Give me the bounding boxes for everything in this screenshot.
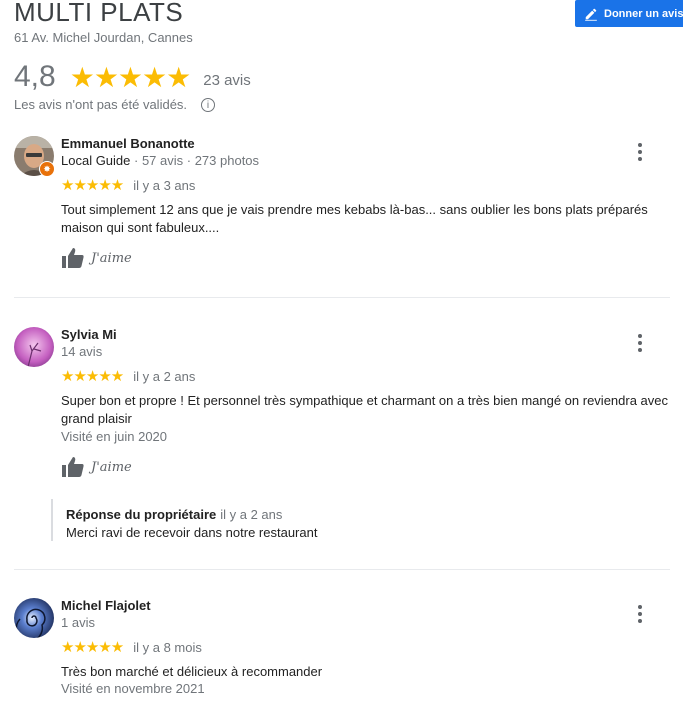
- owner-reply: Réponse du propriétaire il y a 2 ans Merc…: [51, 499, 653, 541]
- more-options-button[interactable]: [632, 140, 648, 164]
- review-divider: [14, 297, 670, 298]
- review-card: Sylvia Mi 14 avis ★★★★★ il y a 2 ans Sup…: [14, 327, 670, 487]
- review-rating: ★★★★★ il y a 8 mois: [61, 638, 202, 656]
- like-button[interactable]: J'aime: [61, 456, 132, 478]
- review-stars: ★★★★★: [61, 177, 124, 194]
- write-review-label: Donner un avis: [604, 7, 683, 20]
- review-divider: [14, 569, 670, 570]
- owner-reply-header: Réponse du propriétaire il y a 2 ans: [66, 507, 282, 522]
- unverified-note: Les avis n'ont pas été validés. i: [14, 97, 216, 112]
- write-review-button[interactable]: Donner un avis: [575, 0, 683, 27]
- review-count[interactable]: 23 avis: [203, 72, 251, 89]
- review-author[interactable]: Michel Flajolet: [61, 598, 151, 613]
- place-title: MULTI PLATS: [14, 0, 184, 27]
- unverified-text: Les avis n'ont pas été validés.: [14, 97, 188, 112]
- review-rating: ★★★★★ il y a 3 ans: [61, 176, 195, 194]
- local-guide-badge-icon: ✸: [39, 161, 55, 177]
- review-time: il y a 3 ans: [133, 177, 196, 193]
- pencil-icon: [585, 8, 597, 21]
- review-card: Michel Flajolet 1 avis ★★★★★ il y a 8 mo…: [14, 598, 670, 708]
- review-author[interactable]: Sylvia Mi: [61, 327, 117, 342]
- review-author[interactable]: Emmanuel Bonanotte: [61, 136, 195, 151]
- review-author-stats: · 57 avis · 273 photos: [134, 153, 260, 168]
- review-time: il y a 8 mois: [133, 639, 202, 655]
- visited-date: Visité en novembre 2021: [61, 681, 205, 696]
- more-options-button[interactable]: [632, 602, 648, 626]
- more-options-button[interactable]: [632, 331, 648, 355]
- avatar[interactable]: [14, 327, 54, 367]
- place-address: 61 Av. Michel Jourdan, Cannes: [14, 30, 193, 45]
- like-button[interactable]: J'aime: [61, 247, 132, 269]
- like-label: J'aime: [91, 250, 132, 266]
- rating-value: 4,8: [14, 60, 56, 93]
- thumbs-up-icon: [62, 248, 84, 268]
- review-text: Tout simplement 12 ans que je vais prend…: [61, 202, 648, 235]
- review-author-meta: Local Guide · 57 avis · 273 photos: [61, 153, 259, 168]
- like-label: J'aime: [91, 459, 132, 475]
- owner-reply-text: Merci ravi de recevoir dans notre restau…: [66, 525, 318, 540]
- review-author-meta: 1 avis: [61, 615, 95, 630]
- info-icon[interactable]: i: [201, 97, 216, 112]
- local-guide-label: Local Guide: [61, 153, 131, 168]
- rating-summary: 4,8 ★★★★★ 23 avis: [14, 60, 251, 94]
- more-vert-icon: [638, 143, 642, 147]
- review-card: ✸ Emmanuel Bonanotte Local Guide · 57 av…: [14, 136, 670, 276]
- review-author-meta: 14 avis: [61, 344, 103, 359]
- review-time: il y a 2 ans: [133, 368, 196, 384]
- owner-reply-label: Réponse du propriétaire: [66, 507, 217, 522]
- thumbs-up-icon: [62, 457, 84, 477]
- more-vert-icon: [638, 334, 642, 338]
- rating-stars: ★★★★★: [69, 61, 192, 93]
- avatar[interactable]: [14, 598, 54, 638]
- visited-date: Visité en juin 2020: [61, 429, 168, 444]
- owner-reply-time: il y a 2 ans: [220, 507, 283, 522]
- review-text: Très bon marché et délicieux à recommand…: [61, 664, 323, 679]
- review-stars: ★★★★★: [61, 368, 124, 385]
- review-text: Super bon et propre ! Et personnel très …: [61, 393, 669, 426]
- review-stars: ★★★★★: [61, 639, 124, 656]
- more-vert-icon: [638, 605, 642, 609]
- review-rating: ★★★★★ il y a 2 ans: [61, 367, 195, 385]
